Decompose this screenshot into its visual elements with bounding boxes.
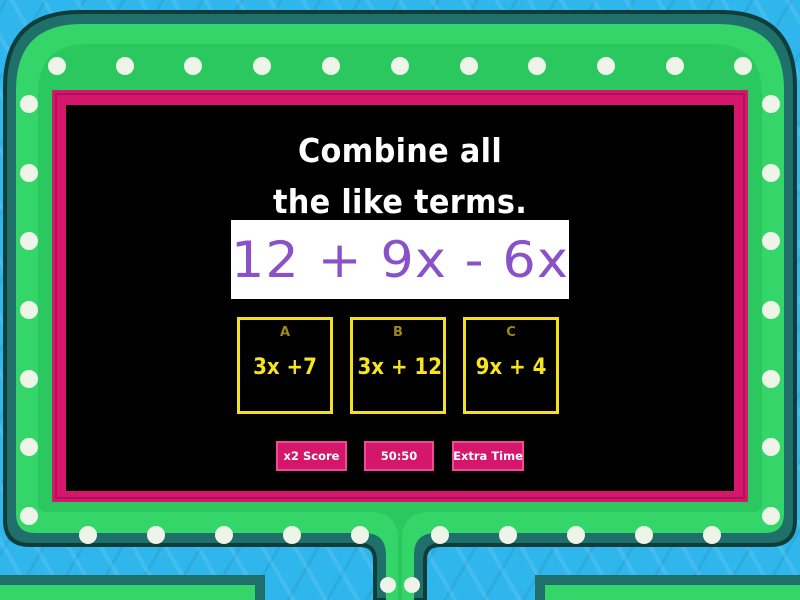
expression-text: 12 + 9x - 6x	[230, 230, 570, 289]
fifty-fifty-button[interactable]: 50:50	[364, 441, 434, 471]
answer-b-button[interactable]: B 3x + 12	[350, 317, 446, 414]
answer-text: 3x + 12	[357, 355, 442, 380]
double-score-button[interactable]: x2 Score	[276, 441, 347, 471]
answer-letter: A	[279, 325, 291, 340]
answer-c-button[interactable]: C 9x + 4	[463, 317, 559, 414]
question-screen: Combine all the like terms. 12 + 9x - 6x…	[66, 105, 734, 491]
extra-time-button[interactable]: Extra Time	[452, 441, 524, 471]
answer-a-button[interactable]: A 3x +7	[237, 317, 333, 414]
question-text: Combine all the like terms.	[93, 125, 708, 227]
question-image: 12 + 9x - 6x	[231, 220, 569, 299]
question-line-1: Combine all	[297, 131, 503, 170]
answer-text: 9x + 4	[475, 355, 547, 380]
answer-text: 3x +7	[253, 355, 317, 380]
answer-letter: C	[506, 325, 516, 340]
answer-letter: B	[393, 325, 403, 340]
